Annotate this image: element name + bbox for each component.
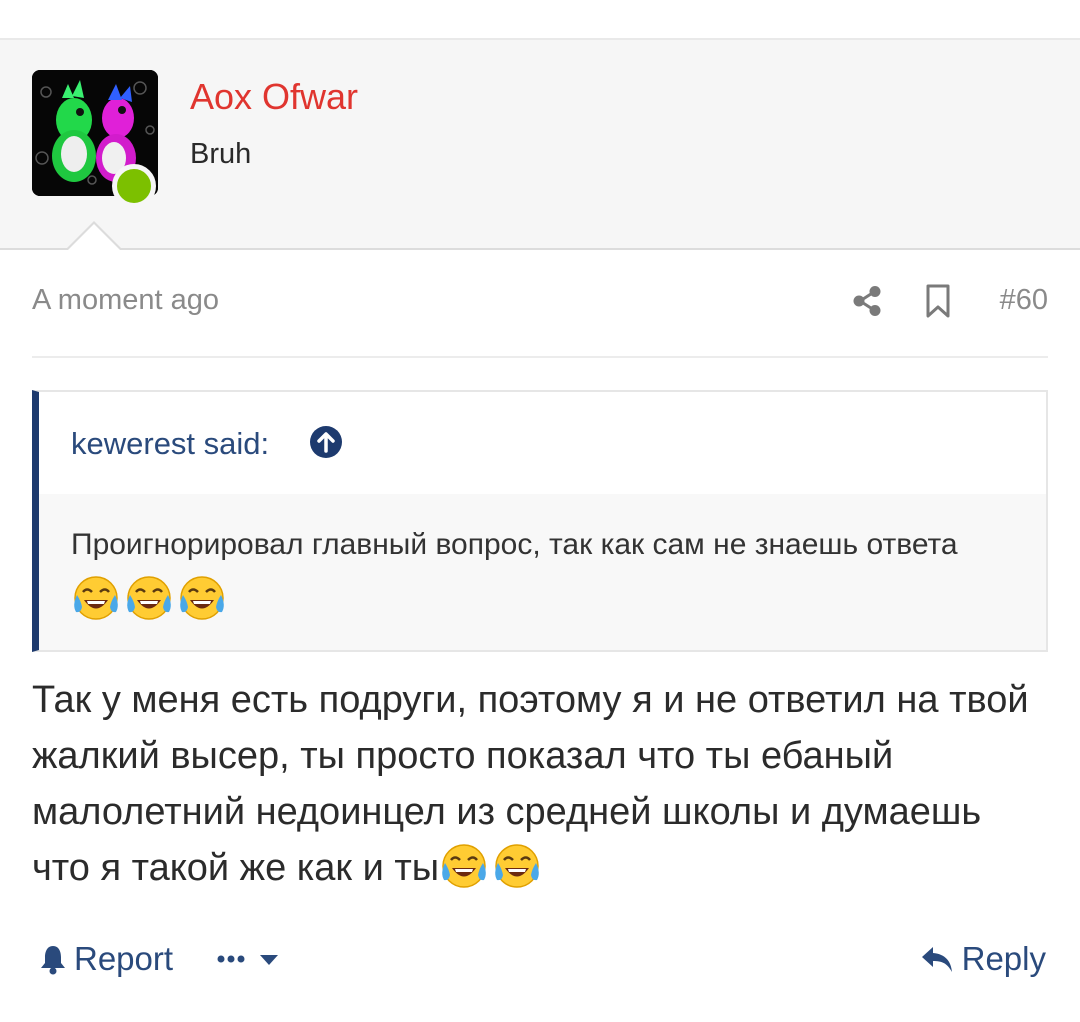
post-number-link[interactable]: #60 (1000, 284, 1048, 317)
post-user-header (0, 40, 1080, 250)
username-link[interactable]: Aox Ofwar (190, 76, 358, 118)
quote-content: Проигнорировал главный вопрос, так как с… (71, 516, 1011, 632)
tears-of-joy-emoji (492, 842, 542, 892)
divider (32, 356, 1048, 358)
header-caret (66, 221, 122, 250)
quote-text: Проигнорировал главный вопрос, так как с… (71, 528, 958, 561)
reply-label[interactable]: Reply (962, 940, 1046, 978)
bookmark-icon[interactable] (924, 284, 952, 318)
online-status-dot (112, 164, 156, 208)
tears-of-joy-emoji (439, 842, 489, 892)
bell-icon (41, 946, 65, 975)
tears-of-joy-emoji (71, 574, 121, 624)
reply-button[interactable]: Reply (920, 940, 1046, 978)
post-message: Так у меня есть подруги, поэтому я и не … (32, 672, 1048, 896)
quote-block: kewerest said: Проигнорировал главный во… (32, 390, 1048, 652)
top-strip (0, 0, 1080, 40)
report-button[interactable]: Report (38, 940, 173, 978)
report-label[interactable]: Report (74, 940, 173, 978)
reply-arrow-icon (921, 947, 952, 972)
post-timestamp[interactable]: A moment ago (32, 284, 219, 317)
quote-header: kewerest said: (39, 392, 1046, 494)
user-title: Bruh (190, 138, 252, 170)
tears-of-joy-emoji (124, 574, 174, 624)
quote-author-link[interactable]: kewerest said: (71, 426, 269, 462)
more-options-button[interactable] (216, 944, 282, 974)
share-icon[interactable] (850, 284, 884, 318)
arrow-up-circle-icon[interactable] (309, 425, 343, 459)
tears-of-joy-emoji (177, 574, 227, 624)
